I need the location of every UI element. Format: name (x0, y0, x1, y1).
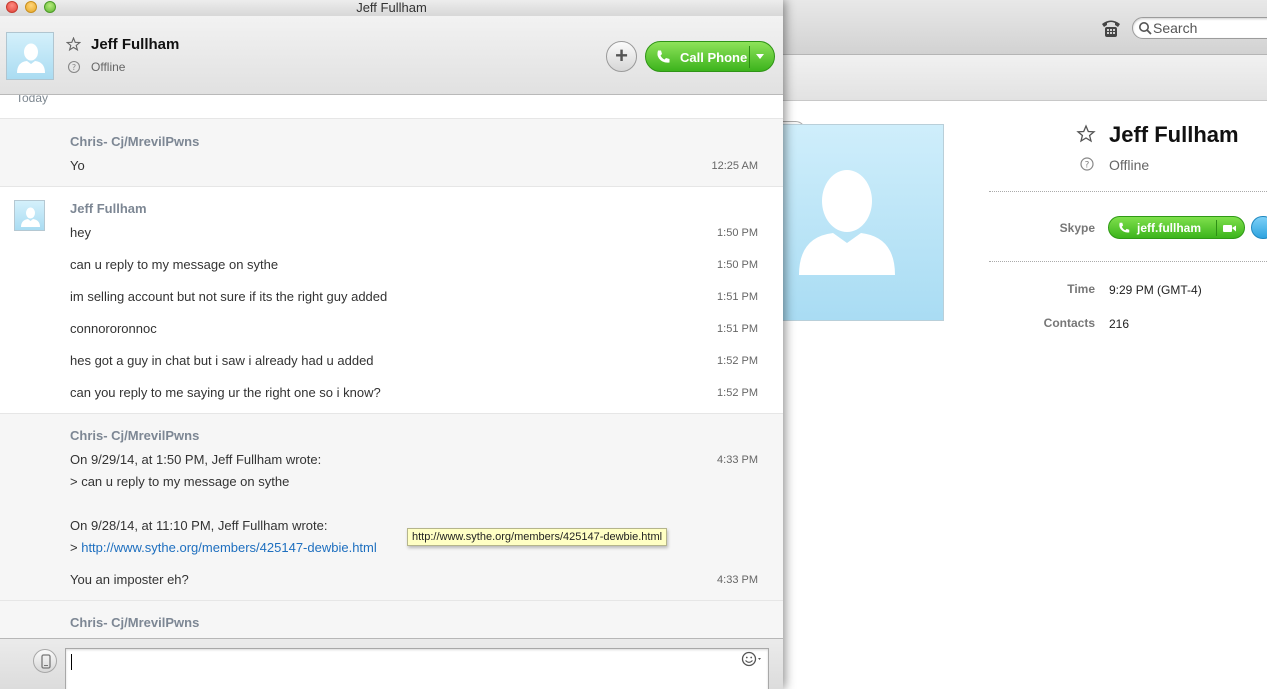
quoted-text[interactable]: > can u reply to my message on sythe (70, 474, 289, 489)
chat-titlebar: Jeff Fullham (0, 0, 783, 16)
sender-name: Chris- Cj/MrevilPwns (70, 615, 200, 630)
offline-status-icon: ? (67, 60, 81, 74)
message-input[interactable] (70, 652, 730, 686)
message-time: 1:50 PM (717, 259, 758, 271)
divider (989, 261, 1267, 262)
quoted-text[interactable]: On 9/28/14, at 11:10 PM, Jeff Fullham wr… (70, 518, 328, 533)
call-phone-button[interactable]: Call Phone (645, 41, 775, 72)
mobile-phone-icon (41, 654, 51, 669)
message-time: 4:33 PM (717, 454, 758, 466)
message-input-box[interactable] (65, 648, 769, 689)
sender-name: Chris- Cj/MrevilPwns (70, 428, 200, 443)
message-text[interactable]: connororonnoc (70, 321, 157, 336)
quote-prefix: > (70, 540, 82, 555)
message-link[interactable]: http://www.sythe.org/members/425147-dewb… (81, 540, 377, 555)
message-group: Chris- Cj/MrevilPwns (0, 600, 783, 638)
sender-avatar[interactable] (14, 200, 45, 231)
quoted-text[interactable]: On 9/29/14, at 1:50 PM, Jeff Fullham wro… (70, 452, 321, 467)
message-text[interactable]: Yo (70, 158, 85, 173)
add-people-button[interactable]: + (606, 41, 637, 72)
message-text[interactable]: hes got a guy in chat but i saw i alread… (70, 353, 374, 368)
person-silhouette-icon (17, 43, 45, 73)
mobile-message-button[interactable] (33, 649, 57, 673)
search-input[interactable] (1153, 20, 1267, 36)
contact-name: Jeff Fullham (91, 36, 180, 53)
window-title: Jeff Fullham (356, 0, 427, 15)
divider (989, 191, 1267, 192)
favorite-star-icon[interactable] (66, 37, 81, 52)
message-group: Chris- Cj/MrevilPwns Yo 12:25 AM (0, 118, 783, 186)
skype-label: Skype (1059, 221, 1095, 235)
message-time: 1:52 PM (717, 387, 758, 399)
sender-name: Jeff Fullham (70, 201, 147, 216)
svg-text:?: ? (1085, 161, 1090, 171)
search-field[interactable] (1132, 17, 1267, 39)
contacts-value: 216 (1109, 317, 1130, 331)
contact-avatar[interactable] (6, 32, 54, 80)
person-silhouette-icon (21, 207, 40, 227)
contacts-label: Contacts (1043, 316, 1095, 330)
message-time: 1:51 PM (717, 291, 758, 303)
time-label: Time (1067, 282, 1095, 296)
skype-name: jeff.fullham (1137, 221, 1202, 235)
im-chat-button[interactable] (1251, 216, 1267, 239)
message-text[interactable]: hey (70, 225, 91, 240)
message-group: Jeff Fullham hey 1:50 PM can u reply to … (0, 186, 783, 413)
chat-window: Jeff Fullham Jeff Fullham ? Offline + Ca… (0, 0, 783, 689)
video-call-icon[interactable] (1222, 221, 1238, 235)
call-phone-label: Call Phone (680, 50, 748, 65)
message-time: 4:33 PM (717, 574, 758, 586)
plus-icon: + (615, 43, 628, 68)
message-text[interactable]: can you reply to me saying ur the right … (70, 385, 381, 400)
phone-icon (657, 50, 670, 63)
message-time: 1:52 PM (717, 355, 758, 367)
emoticon-icon[interactable] (740, 650, 768, 668)
person-silhouette-icon (799, 170, 895, 275)
time-value: 9:29 PM (GMT-4) (1109, 283, 1202, 297)
message-text[interactable]: can u reply to my message on sythe (70, 257, 278, 272)
dialpad-phone-icon[interactable] (1100, 17, 1122, 39)
offline-status-icon: ? (1080, 157, 1094, 171)
search-icon (1139, 22, 1152, 35)
contact-status: Offline (91, 60, 126, 74)
profile-avatar (760, 124, 944, 321)
favorite-star-icon[interactable] (1076, 124, 1096, 144)
message-time: 12:25 AM (711, 160, 758, 172)
sender-name: Chris- Cj/MrevilPwns (70, 134, 200, 149)
button-separator (1216, 220, 1217, 236)
link-tooltip: http://www.sythe.org/members/425147-dewb… (407, 528, 668, 546)
message-text[interactable]: im selling account but not sure if its t… (70, 289, 387, 304)
date-separator: Today (16, 95, 49, 105)
message-group: Chris- Cj/MrevilPwns On 9/29/14, at 1:50… (0, 413, 783, 600)
button-separator (749, 46, 750, 68)
svg-text:?: ? (72, 63, 76, 72)
quoted-link-line: > http://www.sythe.org/members/425147-de… (70, 540, 377, 555)
chevron-down-icon[interactable] (756, 54, 764, 59)
profile-status: Offline (1109, 157, 1150, 173)
skype-call-button[interactable]: jeff.fullham (1108, 216, 1245, 239)
message-time: 1:50 PM (717, 227, 758, 239)
compose-bar (0, 638, 783, 689)
message-time: 1:51 PM (717, 323, 758, 335)
chat-header: Jeff Fullham ? Offline + Call Phone (0, 16, 783, 95)
phone-icon (1119, 222, 1130, 233)
conversation-pane[interactable]: Today Chris- Cj/MrevilPwns Yo 12:25 AM J… (0, 95, 783, 638)
profile-name: Jeff Fullham (1109, 122, 1239, 147)
message-text[interactable]: You an imposter eh? (70, 572, 189, 587)
